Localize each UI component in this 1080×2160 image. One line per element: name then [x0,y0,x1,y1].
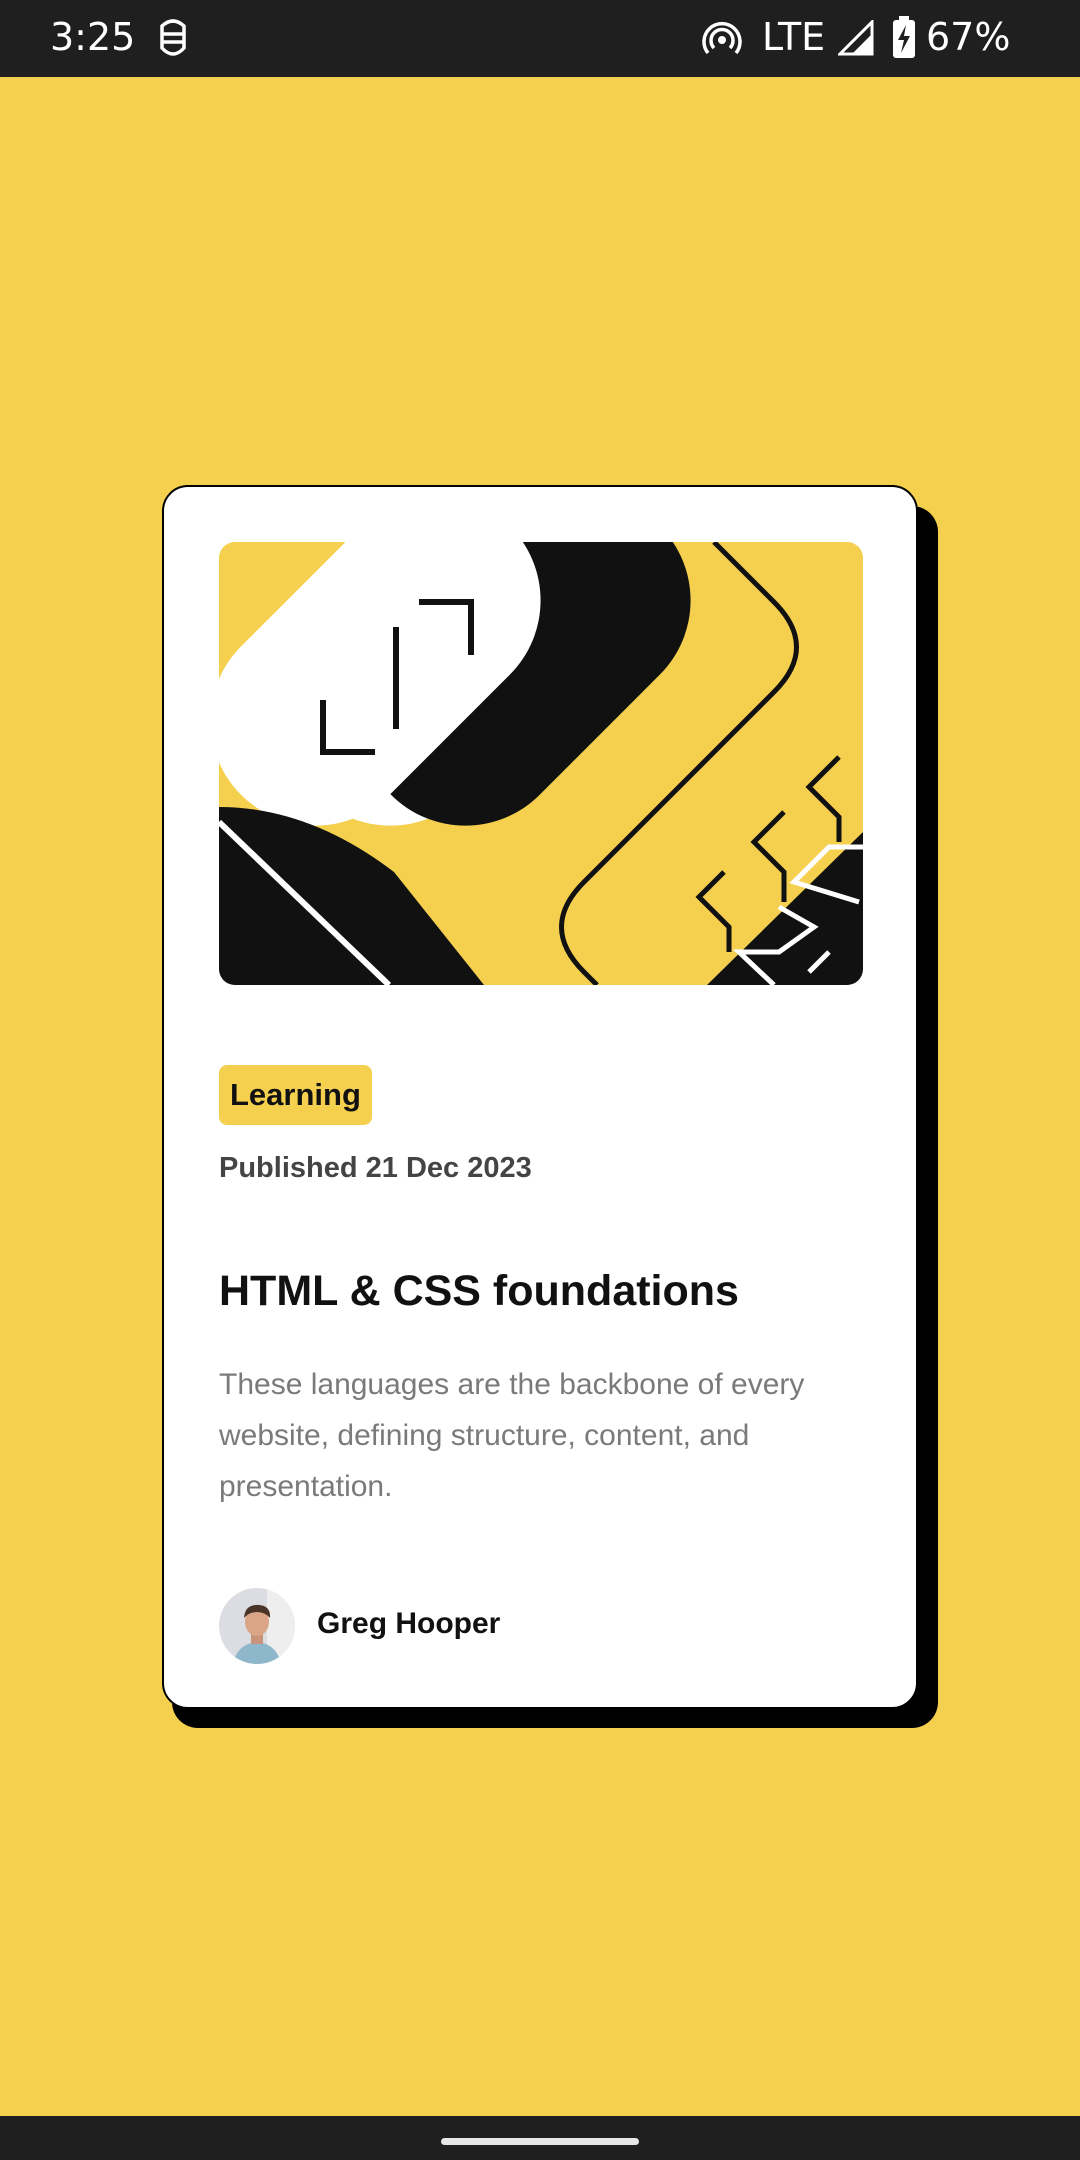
battery-percentage: 67% [926,15,1011,59]
app-notification-icon [160,19,186,56]
blog-preview-card: Learning Published 21 Dec 2023 HTML & CS… [162,485,918,1709]
card-description: These languages are the backbone of ever… [219,1368,805,1503]
category-tag[interactable]: Learning [219,1065,372,1125]
illustration-image [219,542,863,985]
battery-charging-icon [893,16,915,58]
status-bar: 3:25 LTE 67% [0,0,1080,77]
hotspot-icon [702,22,742,55]
card-title[interactable]: HTML & CSS foundations [219,1267,739,1316]
navigation-bar [0,2116,1080,2160]
signal-icon [838,20,874,56]
author-name: Greg Hooper [317,1607,501,1640]
published-date: Published 21 Dec 2023 [219,1152,532,1184]
network-type: LTE [762,15,826,59]
home-gesture-handle[interactable] [441,2138,639,2145]
status-time: 3:25 [50,15,136,59]
author-avatar [219,1588,295,1664]
